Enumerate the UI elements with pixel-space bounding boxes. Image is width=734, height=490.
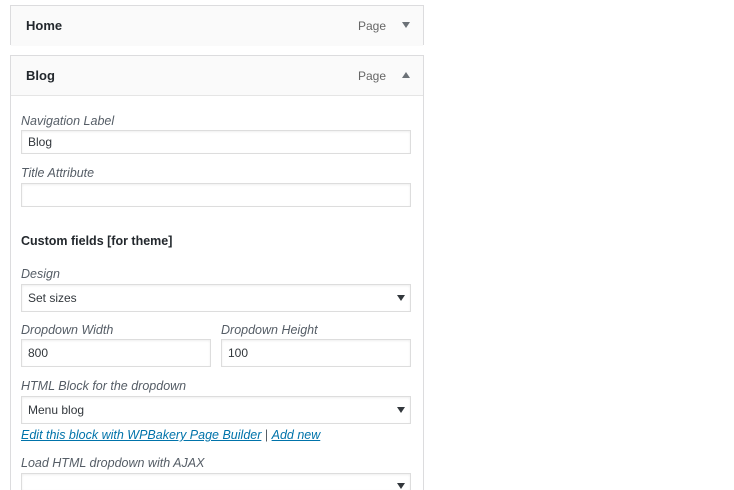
dropdown-height-input[interactable]: 100 <box>221 339 411 367</box>
menu-item-home-title: Home <box>26 18 63 33</box>
custom-fields-heading: Custom fields [for theme] <box>21 234 173 248</box>
design-label: Design <box>21 267 60 281</box>
menu-item-home-type: Page <box>357 19 386 33</box>
dropdown-height-label: Dropdown Height <box>221 323 318 337</box>
design-select[interactable]: Set sizes <box>21 284 411 312</box>
triangle-down-icon[interactable] <box>400 20 412 30</box>
navigation-label-label: Navigation Label <box>21 114 115 128</box>
menu-item-blog-type: Page <box>357 69 386 83</box>
select-arrow-icon <box>397 295 405 301</box>
title-attribute-label: Title Attribute <box>21 166 95 180</box>
triangle-up-icon[interactable] <box>400 70 412 80</box>
select-arrow-icon <box>397 407 405 413</box>
menu-item-blog-bar[interactable]: Blog Page <box>11 56 423 96</box>
dropdown-width-label: Dropdown Width <box>21 323 114 337</box>
menu-item-home: Home Page <box>10 5 424 46</box>
design-select-value: Set sizes <box>28 291 77 305</box>
ajax-dropdown-select[interactable] <box>21 473 411 490</box>
html-block-select-value: Menu blog <box>28 403 85 417</box>
menu-item-home-bar[interactable]: Home Page <box>11 6 423 46</box>
block-links: Edit this block with WPBakery Page Build… <box>21 428 320 442</box>
links-separator: | <box>264 428 269 442</box>
menu-item-blog-title: Blog <box>26 68 55 83</box>
html-block-select[interactable]: Menu blog <box>21 396 411 424</box>
add-new-link[interactable]: Add new <box>272 428 321 442</box>
html-block-label: HTML Block for the dropdown <box>21 379 187 393</box>
navigation-label-input[interactable]: Blog <box>21 130 411 154</box>
select-arrow-icon <box>397 483 405 489</box>
title-attribute-input[interactable] <box>21 183 411 207</box>
edit-block-link[interactable]: Edit this block with WPBakery Page Build… <box>21 428 261 442</box>
dropdown-width-input[interactable]: 800 <box>21 339 211 367</box>
ajax-dropdown-label: Load HTML dropdown with AJAX <box>21 456 205 470</box>
